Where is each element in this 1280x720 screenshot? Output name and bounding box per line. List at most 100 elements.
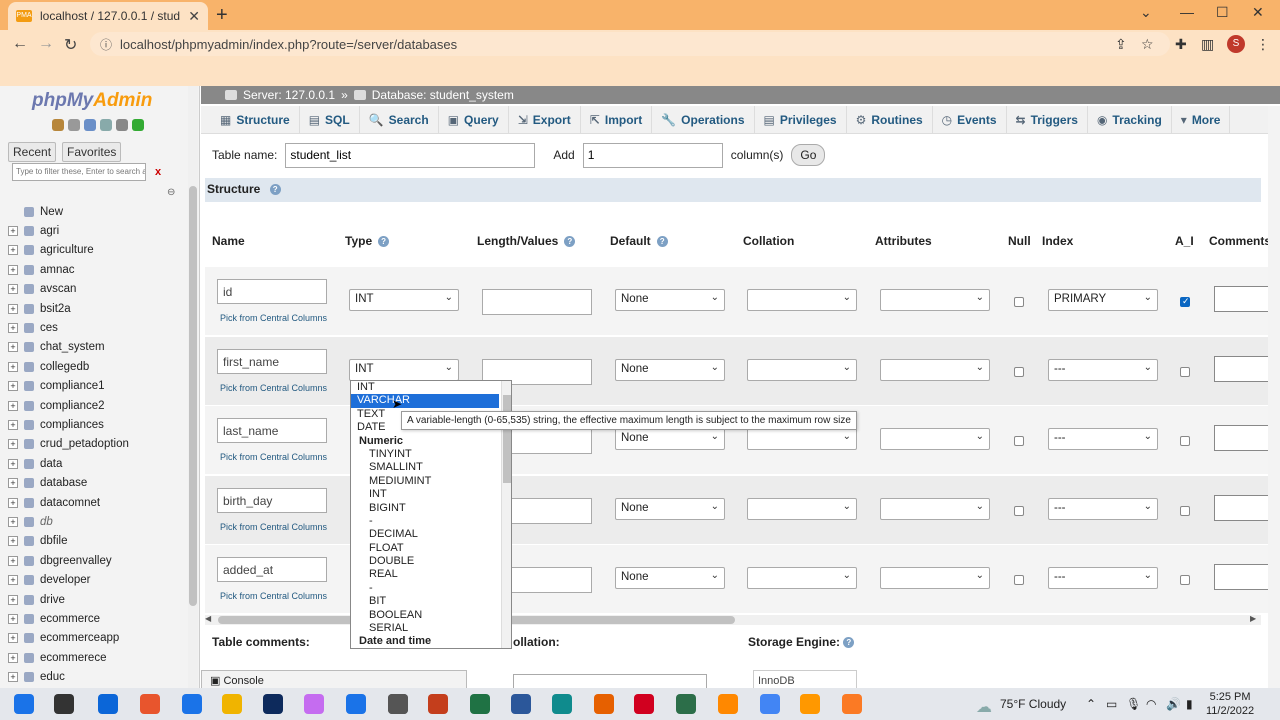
default-select[interactable]: None ⌄: [615, 358, 725, 381]
menu-tracking[interactable]: ◉ Tracking: [1088, 105, 1172, 134]
null-checkbox[interactable]: [1014, 505, 1024, 516]
forward-icon[interactable]: →: [38, 35, 54, 53]
sidebar-db-item[interactable]: + compliances: [8, 415, 129, 434]
sublime-icon[interactable]: [800, 694, 820, 714]
null-checkbox[interactable]: [1014, 575, 1024, 585]
info-icon[interactable]: ⓘ: [100, 36, 112, 53]
expand-icon[interactable]: +: [8, 323, 18, 334]
expand-icon[interactable]: +: [8, 439, 18, 450]
index-select[interactable]: PRIMARY ⌄: [1048, 289, 1158, 311]
expand-icon[interactable]: +: [8, 303, 18, 314]
minimize-icon[interactable]: —: [1180, 4, 1194, 20]
menu-more[interactable]: ▾ More: [1172, 105, 1231, 134]
sidebar-db-item[interactable]: + compliance2: [8, 396, 129, 415]
app4-icon[interactable]: [676, 694, 696, 714]
share-icon[interactable]: ⇪: [1115, 36, 1127, 53]
sidebar-db-item[interactable]: + compliance1: [8, 377, 129, 396]
auto-increment-checkbox[interactable]: [1180, 296, 1190, 307]
comments-input[interactable]: [1214, 286, 1274, 312]
menu-icon[interactable]: ⋮: [1256, 36, 1270, 53]
expand-icon[interactable]: +: [8, 400, 18, 411]
mic-icon[interactable]: 🎙: [1126, 697, 1141, 711]
index-select[interactable]: --- ⌄: [1048, 497, 1158, 520]
profile-avatar[interactable]: S: [1227, 35, 1245, 53]
pick-central-columns-link[interactable]: Pick from Central Columns: [220, 313, 327, 323]
comments-input[interactable]: [1214, 494, 1274, 521]
sidebar-db-item[interactable]: + bsit2a: [8, 299, 129, 318]
default-select[interactable]: None ⌄: [615, 428, 725, 450]
sidebar-db-item[interactable]: + dbgreenvalley: [8, 551, 129, 570]
menu-export[interactable]: ⇲ Export: [509, 105, 581, 134]
type-option[interactable]: INT: [351, 488, 511, 501]
bookmark-star-icon[interactable]: ☆: [1141, 36, 1154, 53]
type-option[interactable]: SERIAL: [351, 622, 511, 635]
sidebar-db-item[interactable]: + db: [8, 512, 129, 531]
sidebar-db-item[interactable]: + agriculture: [8, 241, 129, 260]
expand-icon[interactable]: +: [8, 361, 18, 372]
auto-increment-checkbox[interactable]: [1180, 505, 1190, 516]
sidebar-db-item[interactable]: + data: [8, 454, 129, 473]
type-option[interactable]: BOOLEAN: [351, 609, 511, 622]
type-help-icon[interactable]: ?: [378, 235, 390, 247]
column-name-input[interactable]: id: [217, 279, 327, 304]
tab-recent[interactable]: Recent: [8, 142, 57, 162]
scroll-right-icon[interactable]: ▶: [1250, 614, 1256, 623]
sidebar-db-item[interactable]: + ecommerece: [8, 648, 129, 667]
structure-help-icon[interactable]: ?: [269, 184, 281, 196]
go-button[interactable]: Go: [791, 144, 826, 166]
settings-gear-icon[interactable]: [116, 119, 128, 131]
nav-scrollbar[interactable]: [188, 86, 198, 690]
expand-icon[interactable]: +: [8, 381, 18, 392]
menu-import[interactable]: ⇱ Import: [581, 105, 653, 134]
tray-overflow-icon[interactable]: ⌃: [1086, 697, 1096, 711]
column-name-input[interactable]: birth_day: [217, 487, 327, 513]
link-with-main-icon[interactable]: ⊖: [167, 187, 175, 198]
auto-increment-checkbox[interactable]: [1180, 575, 1190, 585]
sidebar-db-item[interactable]: + amnac: [8, 260, 129, 279]
menu-structure[interactable]: ▦ Structure: [211, 105, 300, 134]
comments-input[interactable]: [1214, 564, 1274, 590]
expand-icon[interactable]: +: [8, 536, 18, 547]
expand-icon[interactable]: +: [8, 342, 18, 353]
null-checkbox[interactable]: [1014, 436, 1024, 446]
index-select[interactable]: --- ⌄: [1048, 567, 1158, 589]
photoshop-icon[interactable]: [263, 694, 283, 714]
collation-select[interactable]: ⌄: [747, 289, 857, 311]
opera-icon[interactable]: [634, 694, 654, 714]
menu-operations[interactable]: 🔧 Operations: [652, 105, 755, 134]
file-explorer-icon[interactable]: [222, 694, 242, 714]
comments-input[interactable]: [1214, 425, 1274, 451]
expand-icon[interactable]: +: [8, 478, 18, 489]
auto-increment-checkbox[interactable]: [1180, 366, 1190, 377]
type-option[interactable]: INT: [351, 381, 511, 394]
expand-icon[interactable]: +: [8, 226, 18, 237]
docs-icon[interactable]: [100, 119, 112, 131]
engine-help-icon[interactable]: ?: [843, 637, 855, 649]
expand-icon[interactable]: +: [8, 555, 18, 566]
main-scrollbar[interactable]: [1268, 106, 1280, 690]
vlc-icon[interactable]: [718, 694, 738, 714]
expand-icon[interactable]: +: [8, 613, 18, 624]
type-option[interactable]: -: [351, 515, 511, 528]
word-icon[interactable]: [511, 694, 531, 714]
sidebar-db-item[interactable]: + chat_system: [8, 338, 129, 357]
comments-input[interactable]: [1214, 355, 1274, 382]
console-toggle[interactable]: ▣ Console: [201, 670, 467, 690]
type-option[interactable]: BIT: [351, 595, 511, 608]
breadcrumb-database[interactable]: Database: student_system: [372, 88, 514, 102]
storage-engine-select[interactable]: InnoDB: [753, 670, 857, 690]
home-icon[interactable]: [52, 119, 64, 131]
sidebar-db-item[interactable]: + database: [8, 473, 129, 492]
sidebar-db-item[interactable]: + datacomnet: [8, 493, 129, 512]
null-checkbox[interactable]: [1014, 297, 1024, 307]
attributes-select[interactable]: ⌄: [880, 497, 990, 520]
expand-icon[interactable]: +: [8, 458, 18, 469]
sidebar-db-item[interactable]: + ecommerce: [8, 609, 129, 628]
mail-icon[interactable]: [182, 694, 202, 714]
collation-select[interactable]: ⌄: [747, 497, 857, 520]
scroll-left-icon[interactable]: ◀: [205, 614, 211, 623]
length-help-icon[interactable]: ?: [564, 235, 576, 247]
extensions-icon[interactable]: ✚: [1175, 36, 1187, 53]
breadcrumb-server[interactable]: Server: 127.0.0.1: [243, 88, 335, 102]
attributes-select[interactable]: ⌄: [880, 358, 990, 381]
